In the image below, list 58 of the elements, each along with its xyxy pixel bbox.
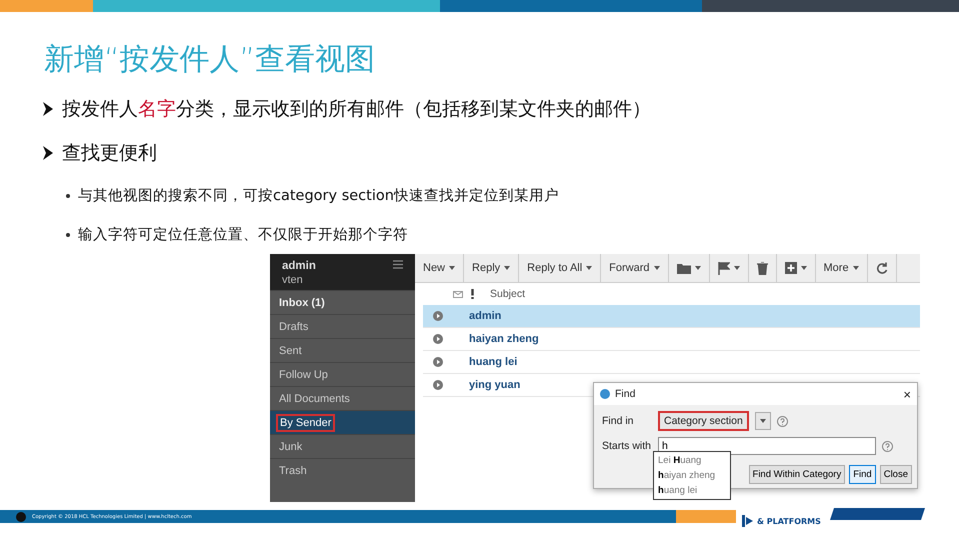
bullet-dot-icon — [66, 232, 70, 236]
plus-icon — [784, 262, 797, 274]
bullet-text: 查找更便利 — [62, 141, 157, 166]
play-circle-icon[interactable] — [433, 380, 443, 390]
company-logo-icon — [830, 508, 925, 520]
close-icon[interactable]: × — [903, 386, 911, 402]
bullet-text: 按发件人名字分类，显示收到的所有邮件（包括移到某文件夹的邮件） — [62, 97, 651, 122]
mail-row[interactable]: haiyan zheng — [423, 328, 920, 351]
mail-row[interactable]: admin — [423, 305, 920, 328]
category-dropdown[interactable]: Category section — [658, 411, 749, 431]
caret-icon — [504, 266, 510, 270]
folder-icon — [676, 262, 691, 274]
caret-icon — [734, 266, 740, 270]
importance-icon — [471, 289, 474, 299]
bullet-dot-icon — [66, 194, 70, 198]
arrow-bullet-icon — [42, 146, 54, 160]
caret-icon — [800, 266, 807, 270]
slide-title: 新增“按发件人”查看视图 — [44, 42, 376, 78]
suggestion-item[interactable]: huang lei — [654, 483, 730, 498]
caret-icon — [694, 266, 701, 270]
refresh-icon — [876, 262, 888, 274]
dialog-title: Find — [615, 388, 636, 400]
sidebar-item[interactable]: By Sender — [270, 410, 415, 434]
help-icon[interactable] — [882, 440, 893, 452]
caret-icon — [654, 266, 660, 270]
user-name: admin — [282, 260, 316, 272]
dialog-button[interactable]: Find — [849, 465, 876, 484]
flag-icon — [718, 262, 730, 274]
field-label: Find in — [602, 415, 635, 427]
caret-icon — [852, 266, 859, 270]
mail-row[interactable]: huang lei — [423, 351, 920, 374]
brand-text: & PLATFORMS — [757, 516, 821, 526]
menu-icon[interactable] — [393, 260, 403, 269]
accent-block — [676, 510, 736, 523]
suggestion-item[interactable]: haiyan zheng — [654, 468, 730, 483]
caret-icon — [449, 266, 456, 270]
play-circle-icon[interactable] — [433, 357, 443, 367]
caret-icon — [760, 419, 766, 423]
trash-icon — [756, 262, 768, 274]
app-icon — [600, 389, 610, 399]
suggestion-item[interactable]: Lei Huang — [654, 453, 730, 468]
dialog-button[interactable]: Find Within Category — [748, 465, 846, 484]
user-subtitle: vten — [282, 274, 304, 286]
sub-bullet-text: 与其他视图的搜索不同，可按category section快速查找并定位到某用户 — [78, 186, 559, 205]
dropdown-button[interactable] — [754, 412, 771, 430]
help-icon[interactable] — [776, 416, 788, 426]
play-circle-icon[interactable] — [433, 334, 443, 344]
envelope-icon — [453, 290, 463, 298]
play-circle-icon[interactable] — [433, 311, 443, 321]
column-header[interactable]: Subject — [490, 288, 526, 300]
field-label: Starts with — [602, 440, 652, 452]
starts-with-field[interactable]: h — [658, 437, 876, 455]
dialog-button[interactable]: Close — [880, 465, 912, 484]
circle-icon — [16, 512, 26, 522]
brand-logo-icon — [742, 515, 754, 527]
caret-icon — [586, 266, 592, 270]
arrow-bullet-icon — [42, 102, 54, 116]
sub-bullet-text: 输入字符可定位任意位置、不仅限于开始那个字符 — [78, 226, 408, 244]
